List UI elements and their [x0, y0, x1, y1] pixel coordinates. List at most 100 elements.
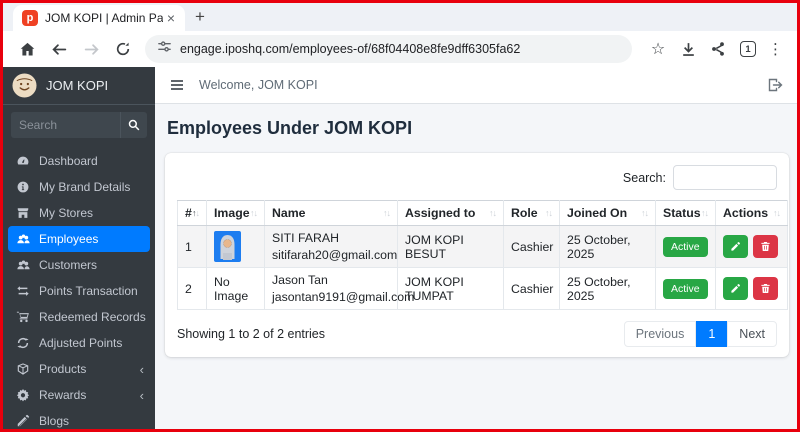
- cell-name: SITI FARAH sitifarah20@gmail.com: [264, 225, 398, 268]
- main-area: Welcome, JOM KOPI Employees Under JOM KO…: [155, 67, 797, 429]
- cell-joined-on: 25 October, 2025: [559, 267, 656, 310]
- sidebar-item-redeemed-records[interactable]: Redeemed Records: [8, 304, 150, 330]
- back-icon[interactable]: [45, 35, 73, 63]
- logout-icon[interactable]: [767, 77, 783, 93]
- url-bar[interactable]: engage.iposhq.com/employees-of/68f04408e…: [145, 35, 632, 63]
- sidebar-search-input[interactable]: [11, 112, 120, 138]
- home-icon[interactable]: [13, 35, 41, 63]
- brand-logo: [12, 73, 37, 98]
- cell-role: Cashier: [503, 267, 560, 310]
- sidebar-item-employees[interactable]: Employees: [8, 226, 150, 252]
- col-header-actions[interactable]: Actions ↑↓: [715, 200, 788, 226]
- browser-toolbar: engage.iposhq.com/employees-of/68f04408e…: [3, 31, 797, 67]
- cell-status: Active: [655, 225, 716, 268]
- url-text[interactable]: engage.iposhq.com/employees-of/68f04408e…: [180, 42, 520, 56]
- table-row: 2 No Image Jason Tan jasontan9191@gmail.…: [177, 267, 788, 310]
- sidebar-search: [3, 105, 155, 145]
- sidebar-item-label: Customers: [39, 258, 98, 272]
- sidebar-item-label: Dashboard: [39, 154, 98, 168]
- edit-button[interactable]: [723, 235, 748, 258]
- sort-icon: ↑↓: [489, 208, 497, 218]
- site-favicon: p: [22, 10, 38, 26]
- sidebar-search-button[interactable]: [120, 112, 147, 138]
- table-search-row: Search:: [177, 165, 777, 190]
- table-header-row: # ↑↓ Image ↑↓ Name ↑↓ Assigned to ↑↓ Role ↑↓ …: [177, 200, 788, 226]
- sidebar: JOM KOPI Dashboard My Brand Details My S…: [3, 67, 155, 429]
- browser-tab[interactable]: p JOM KOPI | Admin Panel ×: [13, 5, 185, 31]
- box-icon: [14, 362, 32, 376]
- sidebar-item-rewards[interactable]: Rewards ‹: [8, 382, 150, 408]
- sort-icon: ↑↓: [641, 208, 649, 218]
- sort-icon: ↑↓: [545, 208, 553, 218]
- col-header-name[interactable]: Name ↑↓: [264, 200, 398, 226]
- pagination-next[interactable]: Next: [727, 321, 777, 347]
- sidebar-item-label: My Brand Details: [39, 180, 131, 194]
- sidebar-item-my-stores[interactable]: My Stores: [8, 200, 150, 226]
- new-tab-button[interactable]: +: [185, 7, 217, 31]
- sidebar-item-points-transaction[interactable]: Points Transaction: [8, 278, 150, 304]
- pagination-previous[interactable]: Previous: [623, 321, 697, 347]
- sidebar-item-label: Employees: [39, 232, 99, 246]
- welcome-text: Welcome, JOM KOPI: [199, 78, 318, 92]
- share-icon[interactable]: [704, 35, 732, 63]
- pagination-page-1[interactable]: 1: [696, 321, 728, 347]
- sidebar-item-label: Rewards: [39, 388, 87, 402]
- cell-actions: [715, 267, 788, 310]
- brand-header[interactable]: JOM KOPI: [3, 67, 155, 105]
- table-row: 1 SITI FARAH sitifarah20@gmail.com JOM K…: [177, 225, 788, 268]
- browser-tab-strip: p JOM KOPI | Admin Panel × +: [3, 3, 797, 31]
- delete-button[interactable]: [753, 277, 778, 300]
- cell-role: Cashier: [503, 225, 560, 268]
- cell-status: Active: [655, 267, 716, 310]
- page-content: Employees Under JOM KOPI Search: # ↑↓ Ima…: [155, 104, 797, 429]
- sidebar-item-label: Adjusted Points: [39, 336, 123, 350]
- delete-button[interactable]: [753, 235, 778, 258]
- tab-close-icon[interactable]: ×: [163, 9, 179, 27]
- status-badge[interactable]: Active: [663, 236, 708, 257]
- cell-name: Jason Tan jasontan9191@gmail.com: [264, 267, 414, 310]
- cart-icon: [14, 310, 32, 324]
- reload-icon[interactable]: [109, 35, 137, 63]
- cell-num: 2: [177, 267, 207, 310]
- gear-icon: [14, 388, 32, 402]
- col-header-num[interactable]: # ↑↓: [177, 200, 207, 226]
- tab-switcher-icon[interactable]: 1: [734, 35, 762, 63]
- table-search-input[interactable]: [673, 165, 777, 190]
- sidebar-item-label: Products: [39, 362, 87, 376]
- cell-assigned-to: JOM KOPI BESUT: [397, 225, 504, 268]
- sort-icon: ↑↓: [383, 208, 391, 218]
- sidebar-item-label: Blogs: [39, 414, 70, 428]
- edit-button[interactable]: [723, 277, 748, 300]
- sort-icon: ↑↓: [250, 208, 258, 218]
- employees-card: Search: # ↑↓ Image ↑↓ Name ↑↓ Assigned to ↑↓: [165, 153, 789, 357]
- chevron-left-icon: ‹: [139, 361, 144, 377]
- sidebar-item-customers[interactable]: Customers: [8, 252, 150, 278]
- sidebar-item-products[interactable]: Products ‹: [8, 356, 150, 382]
- download-icon[interactable]: [674, 35, 702, 63]
- status-badge[interactable]: Active: [663, 278, 708, 299]
- col-header-status[interactable]: Status ↑↓: [655, 200, 716, 226]
- col-header-joined-on[interactable]: Joined On ↑↓: [559, 200, 656, 226]
- cell-image: No Image: [206, 267, 265, 310]
- sidebar-item-dashboard[interactable]: Dashboard: [8, 148, 150, 174]
- app-window: JOM KOPI Dashboard My Brand Details My S…: [3, 67, 797, 429]
- hamburger-menu-icon[interactable]: [169, 77, 185, 93]
- col-header-role[interactable]: Role ↑↓: [503, 200, 560, 226]
- info-icon: [14, 180, 32, 194]
- bookmark-star-icon[interactable]: ☆: [644, 35, 672, 63]
- site-info-tune-icon[interactable]: [157, 39, 172, 59]
- col-header-image[interactable]: Image ↑↓: [206, 200, 265, 226]
- sidebar-item-my-brand-details[interactable]: My Brand Details: [8, 174, 150, 200]
- table-footer: Showing 1 to 2 of 2 entries Previous 1 N…: [177, 321, 777, 347]
- top-navbar: Welcome, JOM KOPI: [155, 67, 797, 104]
- sidebar-item-blogs[interactable]: Blogs: [8, 408, 150, 429]
- forward-icon[interactable]: [77, 35, 105, 63]
- exchange-icon: [14, 284, 32, 298]
- col-header-assigned-to[interactable]: Assigned to ↑↓: [397, 200, 504, 226]
- browser-menu-icon[interactable]: ⋮: [764, 40, 787, 58]
- pagination: Previous 1 Next: [623, 321, 777, 347]
- sidebar-item-adjusted-points[interactable]: Adjusted Points: [8, 330, 150, 356]
- table-info: Showing 1 to 2 of 2 entries: [177, 327, 326, 341]
- cell-joined-on: 25 October, 2025: [559, 225, 656, 268]
- sidebar-menu: Dashboard My Brand Details My Stores Emp…: [3, 145, 155, 429]
